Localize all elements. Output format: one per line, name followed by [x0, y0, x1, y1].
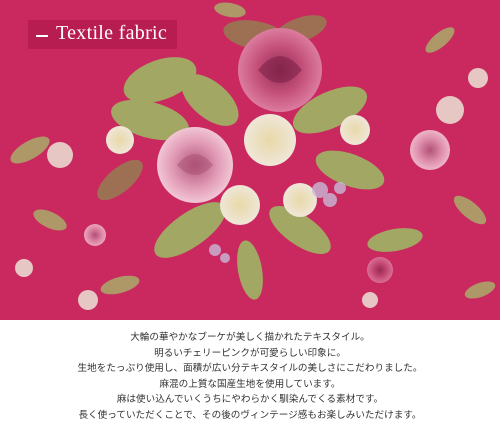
description-line: 大輪の華やかなブーケが美しく描かれたテキスタイル。 [130, 332, 370, 343]
description-line: 生地をたっぷり使用し、面積が広い分テキスタイルの美しさにこだわりました。 [77, 363, 423, 375]
section-title: Textile fabric [56, 22, 168, 44]
description-line: 明るいチェリーピンクが可愛らしい印象に。 [154, 347, 346, 359]
product-detail: Textile fabric 大輪の華やかなブーケが美しく描かれたテキスタイル。… [0, 0, 500, 429]
description-line: 長く使っていただくことで、その後のヴィンテージ感もお楽しみいただけます。 [78, 409, 422, 421]
description-line: 麻は使い込んでいくうちにやわらかく馴染んでくる素材です。 [116, 394, 384, 406]
fabric-photo: Textile fabric [0, 0, 500, 320]
title-banner: Textile fabric [28, 20, 178, 49]
dash-icon [36, 34, 48, 37]
product-description: 大輪の華やかなブーケが美しく描かれたテキスタイル。 明るいチェリーピンクが可愛ら… [0, 330, 500, 424]
description-line: 麻混の上質な国産生地を使用しています。 [159, 378, 341, 390]
